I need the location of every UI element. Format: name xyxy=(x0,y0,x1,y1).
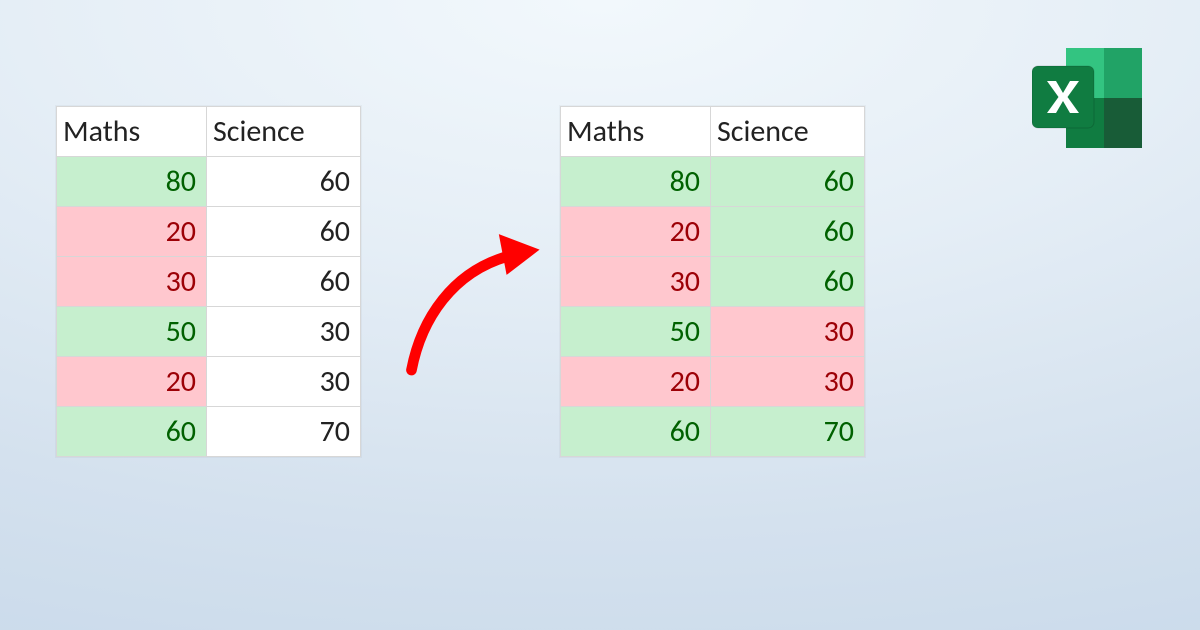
table-row: 30 60 xyxy=(57,257,361,307)
table-header-row: Maths Science xyxy=(57,107,361,157)
table-row: 60 70 xyxy=(57,407,361,457)
cell-science: 30 xyxy=(711,307,865,357)
cell-maths: 20 xyxy=(561,207,711,257)
table-row: 20 60 xyxy=(57,207,361,257)
table-row: 80 60 xyxy=(57,157,361,207)
table-after: Maths Science 80 60 20 60 30 60 50 30 20… xyxy=(560,106,865,457)
cell-maths: 20 xyxy=(57,357,207,407)
table-row: 60 70 xyxy=(561,407,865,457)
table-row: 50 30 xyxy=(57,307,361,357)
table-row: 50 30 xyxy=(561,307,865,357)
curved-arrow-right-icon xyxy=(394,220,559,390)
cell-maths: 30 xyxy=(57,257,207,307)
cell-science: 30 xyxy=(207,357,361,407)
cell-maths: 80 xyxy=(57,157,207,207)
cell-science: 60 xyxy=(207,257,361,307)
col-header-science: Science xyxy=(711,107,865,157)
cell-maths: 80 xyxy=(561,157,711,207)
excel-icon xyxy=(1032,48,1142,148)
table-row: 80 60 xyxy=(561,157,865,207)
cell-maths: 50 xyxy=(561,307,711,357)
col-header-maths: Maths xyxy=(57,107,207,157)
col-header-science: Science xyxy=(207,107,361,157)
cell-maths: 20 xyxy=(57,207,207,257)
table-before: Maths Science 80 60 20 60 30 60 50 30 20… xyxy=(56,106,361,457)
cell-science: 70 xyxy=(711,407,865,457)
cell-maths: 60 xyxy=(561,407,711,457)
col-header-maths: Maths xyxy=(561,107,711,157)
canvas: Maths Science 80 60 20 60 30 60 50 30 20… xyxy=(0,0,1200,630)
cell-science: 60 xyxy=(711,207,865,257)
cell-science: 60 xyxy=(711,257,865,307)
cell-maths: 20 xyxy=(561,357,711,407)
cell-maths: 30 xyxy=(561,257,711,307)
table-row: 30 60 xyxy=(561,257,865,307)
table-row: 20 30 xyxy=(57,357,361,407)
cell-maths: 50 xyxy=(57,307,207,357)
table-row: 20 30 xyxy=(561,357,865,407)
cell-science: 30 xyxy=(207,307,361,357)
table-row: 20 60 xyxy=(561,207,865,257)
cell-science: 30 xyxy=(711,357,865,407)
table-header-row: Maths Science xyxy=(561,107,865,157)
cell-science: 70 xyxy=(207,407,361,457)
cell-science: 60 xyxy=(207,157,361,207)
cell-maths: 60 xyxy=(57,407,207,457)
cell-science: 60 xyxy=(711,157,865,207)
cell-science: 60 xyxy=(207,207,361,257)
